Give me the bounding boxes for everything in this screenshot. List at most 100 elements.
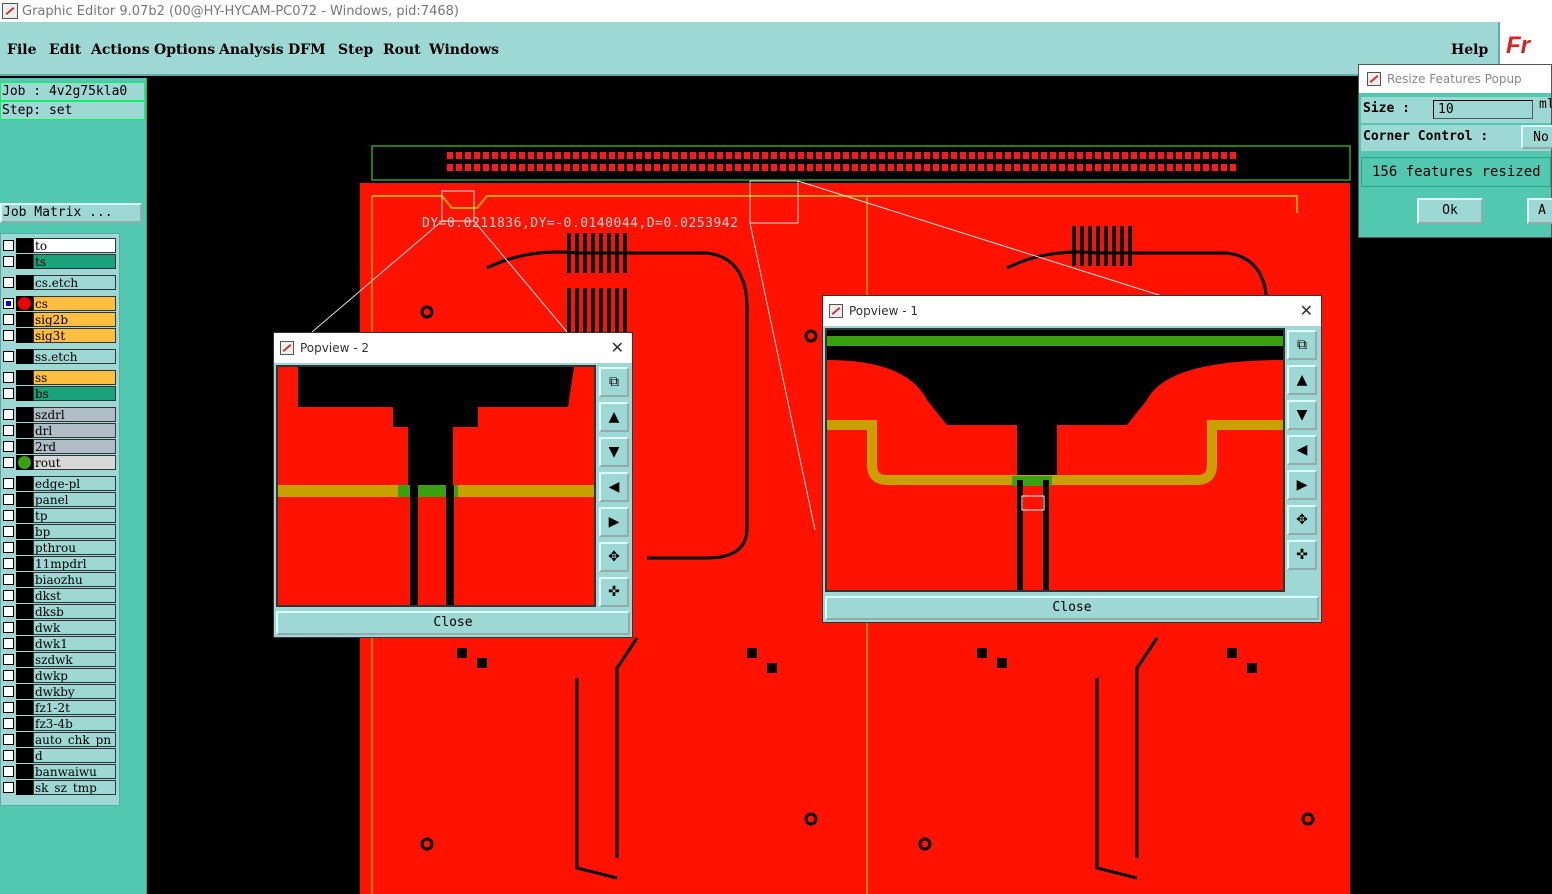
menu-file[interactable]: File [7,42,36,58]
layer-row[interactable]: fz1-2t [1,700,119,715]
layer-row[interactable]: sig2b [1,312,119,327]
layer-affected-column[interactable] [16,604,33,619]
layer-name[interactable]: sig3t [33,328,116,343]
layer-row[interactable]: fz3-4b [1,716,119,731]
layer-checkbox[interactable] [3,606,14,617]
layer-checkbox[interactable] [3,558,14,569]
layer-name[interactable]: edge-pl [33,476,116,491]
layer-row[interactable]: dksb [1,604,119,619]
close-icon[interactable]: ✕ [611,338,624,357]
layer-name[interactable]: banwaiwu [33,764,116,779]
size-input[interactable]: 10 [1433,100,1533,119]
layer-checkbox[interactable] [3,670,14,681]
zoom-out-icon[interactable]: ✜ [1287,540,1317,570]
close-icon[interactable]: ✕ [1300,301,1313,320]
layer-affected-column[interactable] [16,423,33,438]
pan-right-icon[interactable]: ▶ [599,507,629,537]
popview-2-view[interactable] [276,365,596,607]
layer-name[interactable]: szdrl [33,407,116,422]
menu-edit[interactable]: Edit [49,42,81,58]
layer-affected-column[interactable] [16,684,33,699]
layer-name[interactable]: dksb [33,604,116,619]
popview-1-view[interactable] [825,328,1285,592]
pan-up-icon[interactable]: ▲ [1287,365,1317,395]
layer-affected-column[interactable] [16,370,33,385]
layer-name[interactable]: panel [33,492,116,507]
layer-name[interactable]: dwkby [33,684,116,699]
layer-affected-column[interactable] [16,780,33,795]
layer-affected-column[interactable] [16,540,33,555]
layer-affected-column[interactable] [16,407,33,422]
layer-name[interactable]: dwkp [33,668,116,683]
zoom-out-icon[interactable]: ✜ [599,577,629,607]
layer-checkbox[interactable] [3,441,14,452]
layer-name[interactable]: ts [33,254,116,269]
layer-checkbox[interactable] [3,510,14,521]
zoom-home-icon[interactable]: ⧉ [1287,330,1317,360]
layer-name[interactable]: to [33,238,116,253]
layer-name[interactable]: pthrou [33,540,116,555]
layer-row[interactable]: cs [1,296,119,311]
menu-step[interactable]: Step [338,42,373,58]
menu-rout[interactable]: Rout [383,42,421,58]
layer-checkbox[interactable] [3,654,14,665]
layer-name[interactable]: ss [33,370,116,385]
layer-affected-column[interactable] [16,588,33,603]
layer-name[interactable]: fz3-4b [33,716,116,731]
layer-checkbox[interactable] [3,351,14,362]
layer-name[interactable]: ss.etch [33,349,116,364]
layer-row[interactable]: dwk [1,620,119,635]
layer-row[interactable]: d [1,748,119,763]
layer-name[interactable]: drl [33,423,116,438]
layer-name[interactable]: dwk [33,620,116,635]
layer-row[interactable]: cs.etch [1,275,119,290]
zoom-home-icon[interactable]: ⧉ [599,367,629,397]
layer-affected-column[interactable] [16,328,33,343]
layer-checkbox[interactable] [3,330,14,341]
layer-name[interactable]: 11mpdrl [33,556,116,571]
layer-affected-column[interactable] [16,312,33,327]
layer-checkbox[interactable] [3,409,14,420]
layer-affected-column[interactable] [16,716,33,731]
layer-row[interactable]: bs [1,386,119,401]
layer-checkbox[interactable] [3,298,14,309]
layer-name[interactable]: bs [33,386,116,401]
popview-1-close-button[interactable]: Close [825,596,1319,620]
layer-checkbox[interactable] [3,277,14,288]
menu-analysis[interactable]: Analysis [219,42,284,58]
layer-name[interactable]: d [33,748,116,763]
menu-options[interactable]: Options [154,42,215,58]
layer-checkbox[interactable] [3,702,14,713]
layer-row[interactable]: dwk1 [1,636,119,651]
layer-affected-column[interactable] [16,572,33,587]
corner-control-select[interactable]: No [1521,125,1552,149]
layer-affected-column[interactable] [16,508,33,523]
layer-name[interactable]: fz1-2t [33,700,116,715]
layer-affected-column[interactable] [16,620,33,635]
layer-affected-column[interactable] [16,636,33,651]
layer-row[interactable]: tp [1,508,119,523]
layer-row[interactable]: pthrou [1,540,119,555]
layer-checkbox[interactable] [3,782,14,793]
layer-row[interactable]: ss [1,370,119,385]
layer-checkbox[interactable] [3,526,14,537]
menu-help[interactable]: Help [1451,42,1488,58]
layer-row[interactable]: szdwk [1,652,119,667]
layer-checkbox[interactable] [3,766,14,777]
job-matrix-button[interactable]: Job Matrix ... [0,203,142,223]
pan-down-icon[interactable]: ▼ [1287,400,1317,430]
layer-checkbox[interactable] [3,574,14,585]
layer-checkbox[interactable] [3,478,14,489]
layer-affected-column[interactable] [16,764,33,779]
layer-row[interactable]: auto_chk_pn [1,732,119,747]
menu-actions[interactable]: Actions [91,42,150,58]
layer-affected-column[interactable] [16,275,33,290]
zoom-in-icon[interactable]: ✥ [1287,505,1317,535]
layer-checkbox[interactable] [3,686,14,697]
layer-checkbox[interactable] [3,256,14,267]
menu-dfm[interactable]: DFM [288,42,326,58]
layer-affected-column[interactable] [16,254,33,269]
layer-name[interactable]: rout [33,455,116,470]
layer-row[interactable]: ss.etch [1,349,119,364]
layer-row[interactable]: drl [1,423,119,438]
